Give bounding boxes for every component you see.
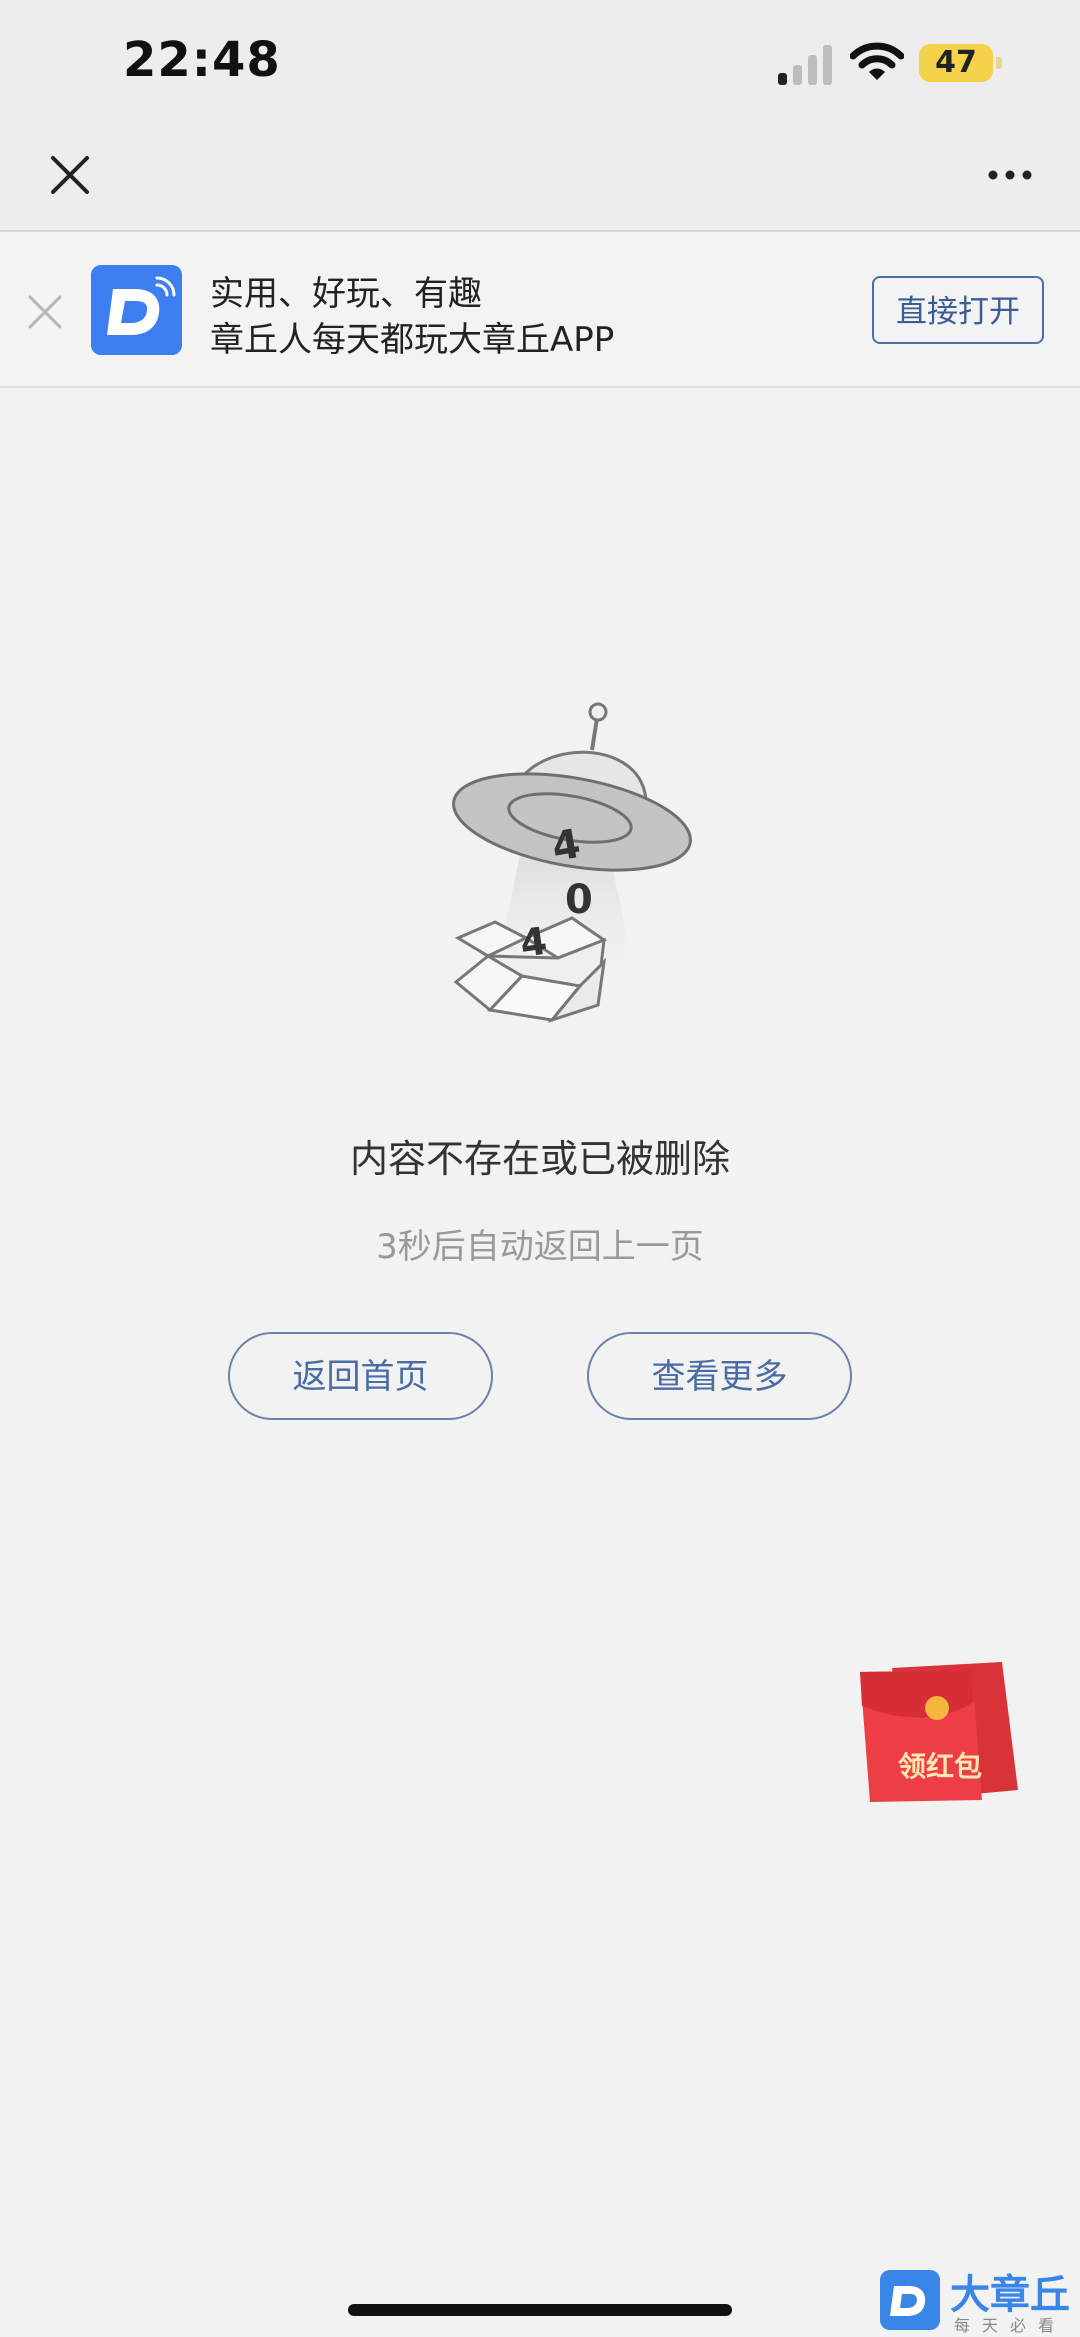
watermark-slogan: 每天必看 [954, 2316, 1067, 2335]
ufo-404-illustration: 4 0 4 [452, 702, 692, 1024]
status-time: 22:48 [123, 32, 281, 88]
cellular-signal-icon [778, 45, 832, 85]
battery-indicator: 47 [919, 44, 993, 82]
banner-tagline: 实用、好玩、有趣 [210, 274, 482, 314]
view-more-button[interactable]: 查看更多 [587, 1332, 852, 1420]
red-envelope-label[interactable]: 领红包 [880, 1745, 1000, 1785]
banner-description: 章丘人每天都玩大章丘APP [210, 320, 615, 360]
home-indicator [348, 2304, 732, 2316]
red-envelope-icon[interactable] [852, 1660, 1022, 1810]
countdown-text: 3秒后自动返回上一页 [376, 1227, 704, 1267]
battery-tip [996, 57, 1002, 69]
banner-close-icon[interactable] [27, 294, 63, 330]
close-icon[interactable] [45, 150, 95, 200]
wifi-icon [850, 42, 904, 80]
watermark-logo-icon [880, 2270, 940, 2330]
app-logo-icon [91, 265, 182, 355]
open-app-button[interactable]: 直接打开 [872, 276, 1044, 344]
error-title: 内容不存在或已被删除 [349, 1137, 730, 1181]
back-home-button[interactable]: 返回首页 [228, 1332, 493, 1420]
digit-0: 0 [565, 877, 593, 923]
more-options-icon[interactable] [985, 160, 1035, 190]
webview-nav-bar [0, 130, 1080, 232]
